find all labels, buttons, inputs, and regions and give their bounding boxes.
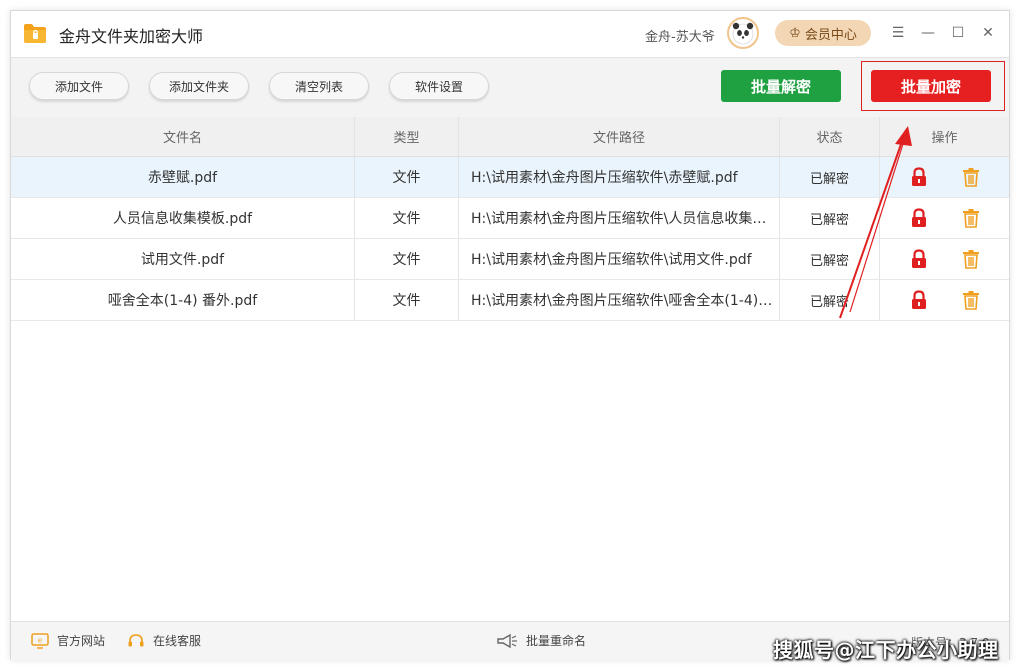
- file-path-cell: H:\试用素材\金舟图片压缩软件\赤壁赋.pdf: [459, 157, 780, 197]
- panda-avatar-icon: [732, 22, 754, 45]
- file-status-cell: 已解密: [780, 198, 880, 238]
- official-website-link[interactable]: e 官方网站: [31, 632, 105, 649]
- header-actions: 操作: [931, 131, 958, 146]
- online-support-label: 在线客服: [153, 634, 202, 648]
- file-name-cell: 试用文件.pdf: [11, 239, 355, 279]
- settings-button[interactable]: 软件设置: [389, 72, 489, 100]
- svg-text:e: e: [38, 636, 42, 644]
- file-path-text: H:\试用素材\金舟图片压缩软件\试用文件.pdf: [471, 252, 752, 268]
- file-path-text: H:\试用素材\金舟图片压缩软件\哑舍全本(1-4) 番外.pdf: [471, 293, 776, 309]
- file-type-cell: 文件: [355, 280, 459, 320]
- batch-decrypt-button[interactable]: 批量解密: [721, 70, 841, 102]
- close-button[interactable]: ✕: [977, 22, 999, 44]
- file-type-cell: 文件: [355, 198, 459, 238]
- batch-encrypt-button[interactable]: 批量加密: [871, 70, 991, 102]
- menu-button[interactable]: ☰: [887, 22, 909, 44]
- trash-icon[interactable]: [960, 166, 982, 188]
- table-row[interactable]: 人员信息收集模板.pdf 文件 H:\试用素材\金舟图片压缩软件\人员信息收集模板.…: [11, 198, 1009, 239]
- user-avatar[interactable]: [727, 17, 759, 49]
- app-title: 金舟文件夹加密大师: [59, 27, 204, 46]
- add-folder-button[interactable]: 添加文件夹: [149, 72, 249, 100]
- file-name-cell: 人员信息收集模板.pdf: [11, 198, 355, 238]
- vip-center-label: 会员中心: [804, 27, 857, 43]
- actions-cell: [880, 280, 1009, 320]
- table-header: 文件名 类型 文件路径 状态 操作: [11, 117, 1009, 157]
- lock-icon[interactable]: [908, 289, 930, 311]
- file-name-cell: 赤壁赋.pdf: [11, 157, 355, 197]
- user-name[interactable]: 金舟-苏大爷: [645, 26, 715, 45]
- clear-list-button[interactable]: 清空列表: [269, 72, 369, 100]
- file-type-cell: 文件: [355, 239, 459, 279]
- app-window: 金舟文件夹加密大师 金舟-苏大爷 ♔ 会员中心 ☰ — ☐ ✕ 添加文件 添加文…: [10, 10, 1010, 660]
- header-filename[interactable]: 文件名: [11, 117, 355, 156]
- file-path-cell: H:\试用素材\金舟图片压缩软件\试用文件.pdf: [459, 239, 780, 279]
- file-status-cell: 已解密: [780, 157, 880, 197]
- file-status-cell: 已解密: [780, 239, 880, 279]
- maximize-button[interactable]: ☐: [947, 22, 969, 44]
- add-file-button[interactable]: 添加文件: [29, 72, 129, 100]
- title-bar: 金舟文件夹加密大师 金舟-苏大爷 ♔ 会员中心 ☰ — ☐ ✕: [11, 11, 1009, 57]
- file-path-cell: H:\试用素材\金舟图片压缩软件\人员信息收集模板.pdf: [459, 198, 780, 238]
- toolbar: 添加文件 添加文件夹 清空列表 软件设置 批量解密 批量加密: [11, 57, 1009, 119]
- table-row[interactable]: 赤壁赋.pdf 文件 H:\试用素材\金舟图片压缩软件\赤壁赋.pdf 已解密: [11, 157, 1009, 198]
- batch-rename-link[interactable]: 批量重命名: [496, 632, 586, 649]
- file-name-cell: 哑舍全本(1-4) 番外.pdf: [11, 280, 355, 320]
- official-website-label: 官方网站: [57, 634, 106, 648]
- actions-cell: [880, 198, 1009, 238]
- table-row[interactable]: 哑舍全本(1-4) 番外.pdf 文件 H:\试用素材\金舟图片压缩软件\哑舍全本(…: [11, 280, 1009, 321]
- online-support-link[interactable]: 在线客服: [127, 632, 201, 649]
- megaphone-icon: [497, 633, 517, 648]
- header-type[interactable]: 类型: [355, 117, 459, 156]
- lock-icon[interactable]: [908, 207, 930, 229]
- file-table: 文件名 类型 文件路径 状态 操作 赤壁赋.pdf 文件 H:\试用素材\金舟图片压…: [11, 117, 1009, 321]
- file-status-cell: 已解密: [780, 280, 880, 320]
- actions-cell: [880, 157, 1009, 197]
- crown-icon: ♔: [789, 25, 801, 41]
- watermark: 搜狐号@江下办公小助理: [773, 638, 999, 662]
- actions-cell: [880, 239, 1009, 279]
- trash-icon[interactable]: [960, 248, 982, 270]
- header-path[interactable]: 文件路径: [459, 117, 780, 156]
- batch-rename-label: 批量重命名: [526, 634, 587, 648]
- file-path-cell: H:\试用素材\金舟图片压缩软件\哑舍全本(1-4) 番外.pdf: [459, 280, 780, 320]
- file-type-cell: 文件: [355, 157, 459, 197]
- trash-icon[interactable]: [960, 289, 982, 311]
- table-row[interactable]: 试用文件.pdf 文件 H:\试用素材\金舟图片压缩软件\试用文件.pdf 已解密: [11, 239, 1009, 280]
- header-status[interactable]: 状态: [780, 117, 880, 156]
- file-path-text: H:\试用素材\金舟图片压缩软件\赤壁赋.pdf: [471, 170, 738, 186]
- lock-icon[interactable]: [908, 166, 930, 188]
- headset-icon: [128, 633, 144, 646]
- lock-icon[interactable]: [908, 248, 930, 270]
- folder-logo-icon: [24, 24, 46, 43]
- vip-center-button[interactable]: ♔ 会员中心: [775, 20, 871, 46]
- file-path-text: H:\试用素材\金舟图片压缩软件\人员信息收集模板.pdf: [471, 211, 776, 227]
- trash-icon[interactable]: [960, 207, 982, 229]
- minimize-button[interactable]: —: [917, 22, 939, 44]
- monitor-icon: e: [31, 632, 49, 649]
